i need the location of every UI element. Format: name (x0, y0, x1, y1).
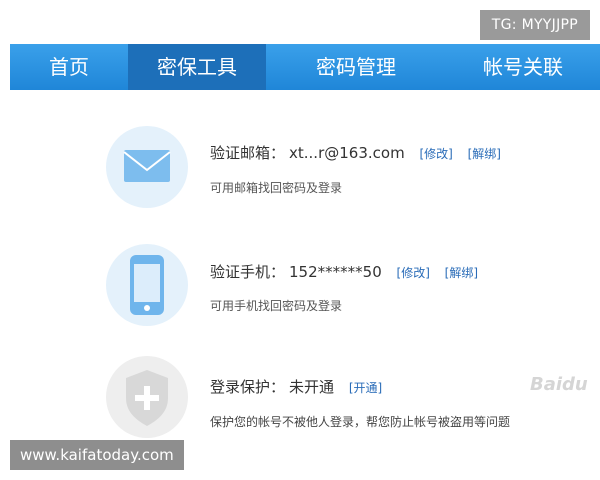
email-edit-link[interactable]: [修改] (419, 147, 452, 161)
login-protection-status: 未开通 (289, 378, 335, 396)
shield-plus-icon (126, 370, 168, 426)
phone-label: 验证手机： (210, 263, 286, 281)
envelope-icon (123, 150, 171, 182)
nav-item-account-linking[interactable]: 帐号关联 (446, 44, 600, 90)
phone-icon-circle (106, 244, 188, 326)
email-title: 验证邮箱： xt...r@163.com [修改] [解绑] (210, 142, 501, 163)
tg-overlay-tag: TG: MYYJJPP (479, 10, 590, 40)
phone-title: 验证手机： 152******50 [修改] [解绑] (210, 261, 478, 282)
email-icon-circle (106, 126, 188, 208)
mobile-phone-icon (130, 255, 164, 315)
login-protection-description: 保护您的帐号不被他人登录，帮您防止帐号被盗用等问题 (210, 415, 511, 429)
login-protection-enable-link[interactable]: [开通] (349, 381, 382, 395)
nav-item-home[interactable]: 首页 (10, 44, 128, 90)
login-protection-label: 登录保护： (210, 378, 286, 396)
phone-value: 152******50 (289, 263, 382, 281)
nav-item-password-management[interactable]: 密码管理 (266, 44, 446, 90)
email-description: 可用邮箱找回密码及登录 (210, 181, 343, 195)
email-value: xt...r@163.com (289, 144, 405, 162)
nav-item-security-tools[interactable]: 密保工具 (128, 44, 266, 90)
site-overlay-tag: www.kaifatoday.com (10, 440, 184, 470)
login-protection-title: 登录保护： 未开通 [开通] (210, 376, 382, 397)
email-label: 验证邮箱： (210, 144, 286, 162)
phone-unbind-link[interactable]: [解绑] (445, 266, 478, 280)
shield-icon-circle (106, 356, 188, 438)
main-nav: 首页 密保工具 密码管理 帐号关联 (10, 44, 600, 90)
phone-edit-link[interactable]: [修改] (397, 266, 430, 280)
email-unbind-link[interactable]: [解绑] (468, 147, 501, 161)
phone-description: 可用手机找回密码及登录 (210, 299, 343, 313)
baidu-watermark: Baidu (530, 374, 588, 395)
